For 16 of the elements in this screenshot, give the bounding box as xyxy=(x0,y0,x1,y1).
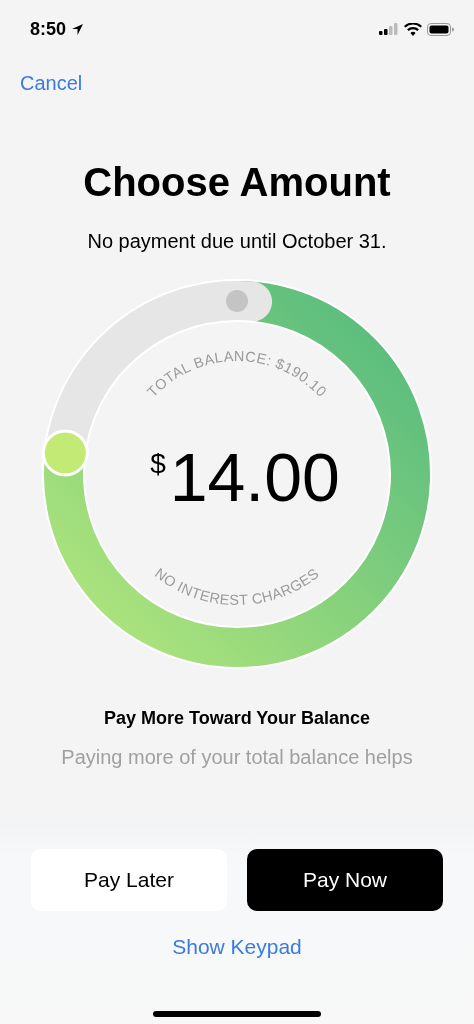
info-text: Paying more of your total balance helps xyxy=(61,745,413,770)
pay-now-button[interactable]: Pay Now xyxy=(247,849,443,911)
start-marker xyxy=(226,290,248,312)
status-time: 8:50 xyxy=(30,18,67,40)
slider-thumb[interactable] xyxy=(41,429,89,477)
signal-icon xyxy=(379,23,399,35)
wifi-icon xyxy=(404,22,422,36)
amount-value: $^{$}$14.00 xyxy=(150,439,340,515)
battery-icon xyxy=(427,22,454,36)
cancel-link[interactable]: Cancel xyxy=(20,72,83,94)
location-arrow-icon xyxy=(71,22,85,36)
show-keypad-link[interactable]: Show Keypad xyxy=(172,935,302,959)
due-date-text: No payment due until October 31. xyxy=(87,229,387,254)
pay-later-button[interactable]: Pay Later xyxy=(31,849,227,911)
info-heading: Pay More Toward Your Balance xyxy=(103,707,371,730)
page-title: Choose Amount xyxy=(83,159,391,206)
